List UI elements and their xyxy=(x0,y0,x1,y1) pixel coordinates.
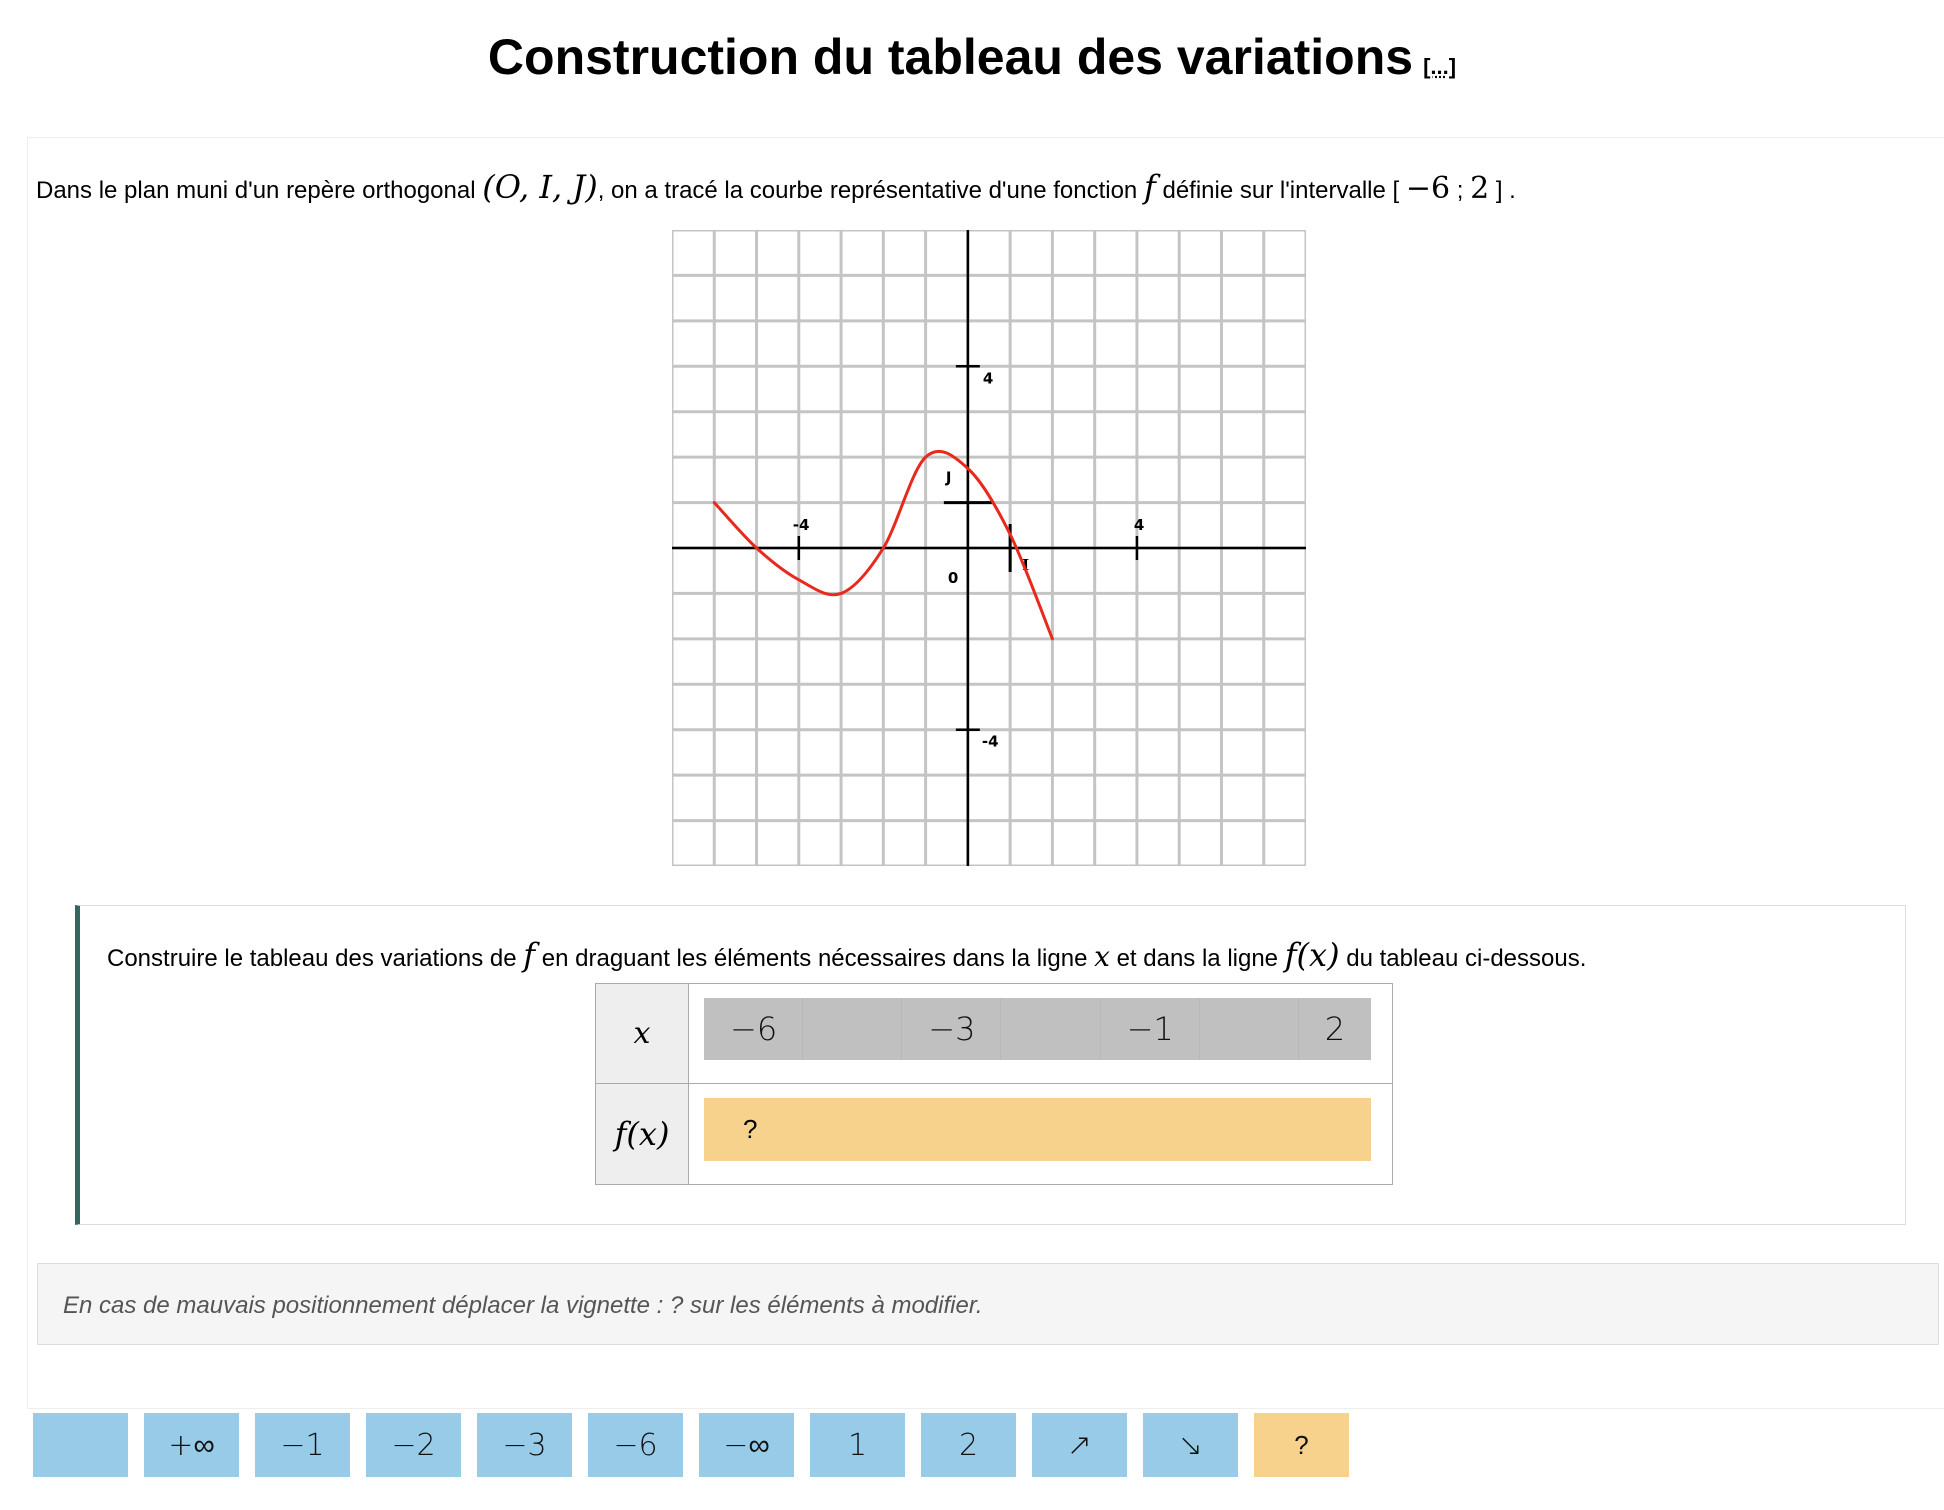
x-value-tile[interactable]: −6 xyxy=(704,998,804,1060)
info-text: En cas de mauvais positionnement déplace… xyxy=(63,1292,983,1319)
x-value-tile[interactable]: 2 xyxy=(1299,998,1371,1060)
x-empty-slot[interactable] xyxy=(1001,998,1101,1060)
instruction-part: Construire le tableau des variations de xyxy=(107,945,524,972)
function-symbol: f xyxy=(1143,168,1156,206)
value-tile[interactable]: −1 xyxy=(255,1413,350,1477)
page-title-text: Construction du tableau des variations xyxy=(487,29,1414,85)
value-tile[interactable]: 2 xyxy=(921,1413,1016,1477)
arrow-up-tile[interactable]: ↗ xyxy=(1032,1413,1127,1477)
x-value-tile[interactable]: −3 xyxy=(902,998,1002,1060)
interval-lower: −6 xyxy=(1405,171,1451,206)
x-tick-label-4: 4 xyxy=(1134,516,1144,534)
frame-notation: (O, I, J) xyxy=(482,168,598,206)
statement-text: , on a tracé la courbe représentative d'… xyxy=(597,177,1144,204)
x-empty-slot[interactable] xyxy=(803,998,903,1060)
info-box: En cas de mauvais positionnement déplace… xyxy=(37,1263,1939,1345)
statement-text: définie sur l'intervalle [ xyxy=(1155,177,1406,204)
value-tile[interactable]: −2 xyxy=(366,1413,461,1477)
arrow-down-tile[interactable]: ↘ xyxy=(1143,1413,1238,1477)
value-tile[interactable]: −3 xyxy=(477,1413,572,1477)
statement-text: Dans le plan muni d'un repère orthogonal xyxy=(36,177,483,204)
function-graph: 0 4 -4 4 -4 I J xyxy=(672,230,1306,866)
x-header-label: x xyxy=(633,1016,651,1051)
placeholder-tile[interactable]: ? xyxy=(1254,1413,1349,1477)
unit-point-J-label: J xyxy=(945,469,952,487)
interval-separator: ; xyxy=(1450,177,1471,204)
row-divider xyxy=(688,1083,1392,1084)
value-tile[interactable]: −∞ xyxy=(699,1413,794,1477)
x-row-header: x xyxy=(596,984,689,1084)
variation-table: x f(x) −6 −3 −1 2 ? xyxy=(595,983,1393,1185)
function-symbol: f xyxy=(523,936,536,974)
origin-label: 0 xyxy=(948,569,958,587)
statement-text: ] . xyxy=(1489,177,1516,204)
instruction-part: en draguant les éléments nécessaires dan… xyxy=(535,945,1095,972)
fx-row-header: f(x) xyxy=(596,1084,689,1184)
instruction-part: et dans la ligne xyxy=(1109,945,1285,972)
axes xyxy=(672,230,1306,866)
x-empty-slot[interactable] xyxy=(1200,998,1299,1060)
y-tick-label-4: 4 xyxy=(983,369,993,387)
fx-header-label: f(x) xyxy=(614,1115,670,1153)
x-tick-label-minus-4: -4 xyxy=(793,516,810,534)
fx-symbol: f(x) xyxy=(1284,936,1340,974)
page-title: Construction du tableau des variations [.… xyxy=(0,28,1944,86)
x-value-tile[interactable]: −1 xyxy=(1101,998,1200,1060)
value-tile[interactable]: −6 xyxy=(588,1413,683,1477)
value-tile[interactable]: +∞ xyxy=(144,1413,239,1477)
x-drop-row[interactable]: −6 −3 −1 2 xyxy=(704,998,1371,1060)
y-tick-label-minus-4: -4 xyxy=(982,733,999,751)
more-link[interactable]: [...] xyxy=(1423,54,1456,79)
instruction-box: Construire le tableau des variations de … xyxy=(75,905,1906,1225)
blank-tile[interactable] xyxy=(33,1413,128,1477)
instruction-text: Construire le tableau des variations de … xyxy=(107,936,1586,974)
x-symbol: x xyxy=(1094,940,1110,973)
problem-statement: Dans le plan muni d'un repère orthogonal… xyxy=(36,168,1516,206)
interval-upper: 2 xyxy=(1470,171,1490,206)
fx-drop-row[interactable]: ? xyxy=(704,1098,1371,1161)
tile-bank: +∞ −1 −2 −3 −6 −∞ 1 2 ↗ ↘? xyxy=(33,1413,1349,1477)
instruction-part: du tableau ci-dessous. xyxy=(1339,945,1587,972)
value-tile[interactable]: 1 xyxy=(810,1413,905,1477)
fx-placeholder-tile[interactable]: ? xyxy=(743,1114,757,1145)
